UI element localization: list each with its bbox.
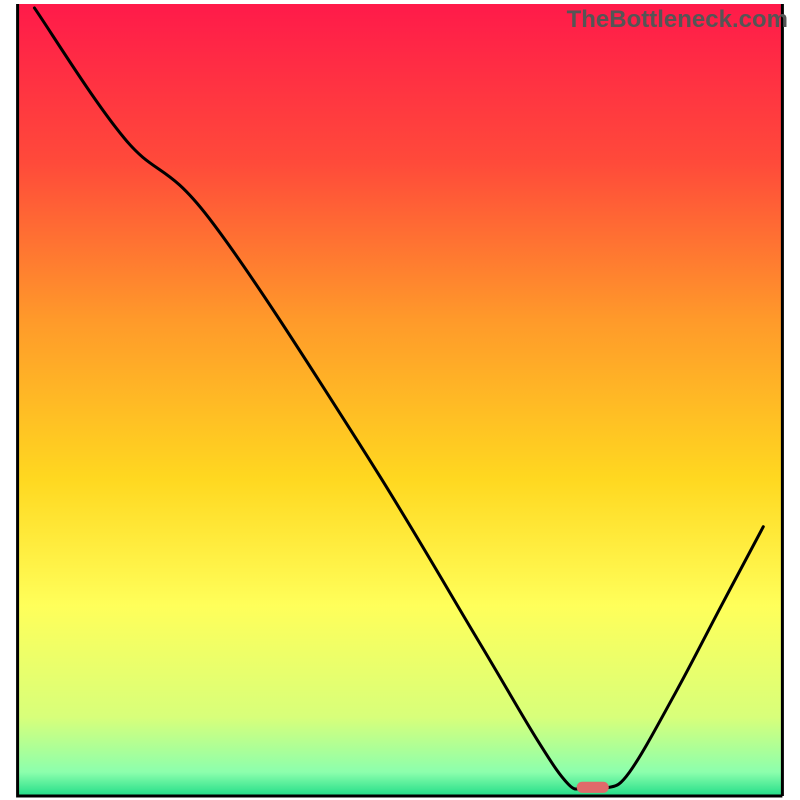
watermark-label: TheBottleneck.com xyxy=(567,6,788,34)
optimal-marker xyxy=(577,782,609,793)
gradient-background xyxy=(18,4,783,796)
chart-canvas xyxy=(0,0,800,800)
bottleneck-chart: TheBottleneck.com xyxy=(0,0,800,800)
